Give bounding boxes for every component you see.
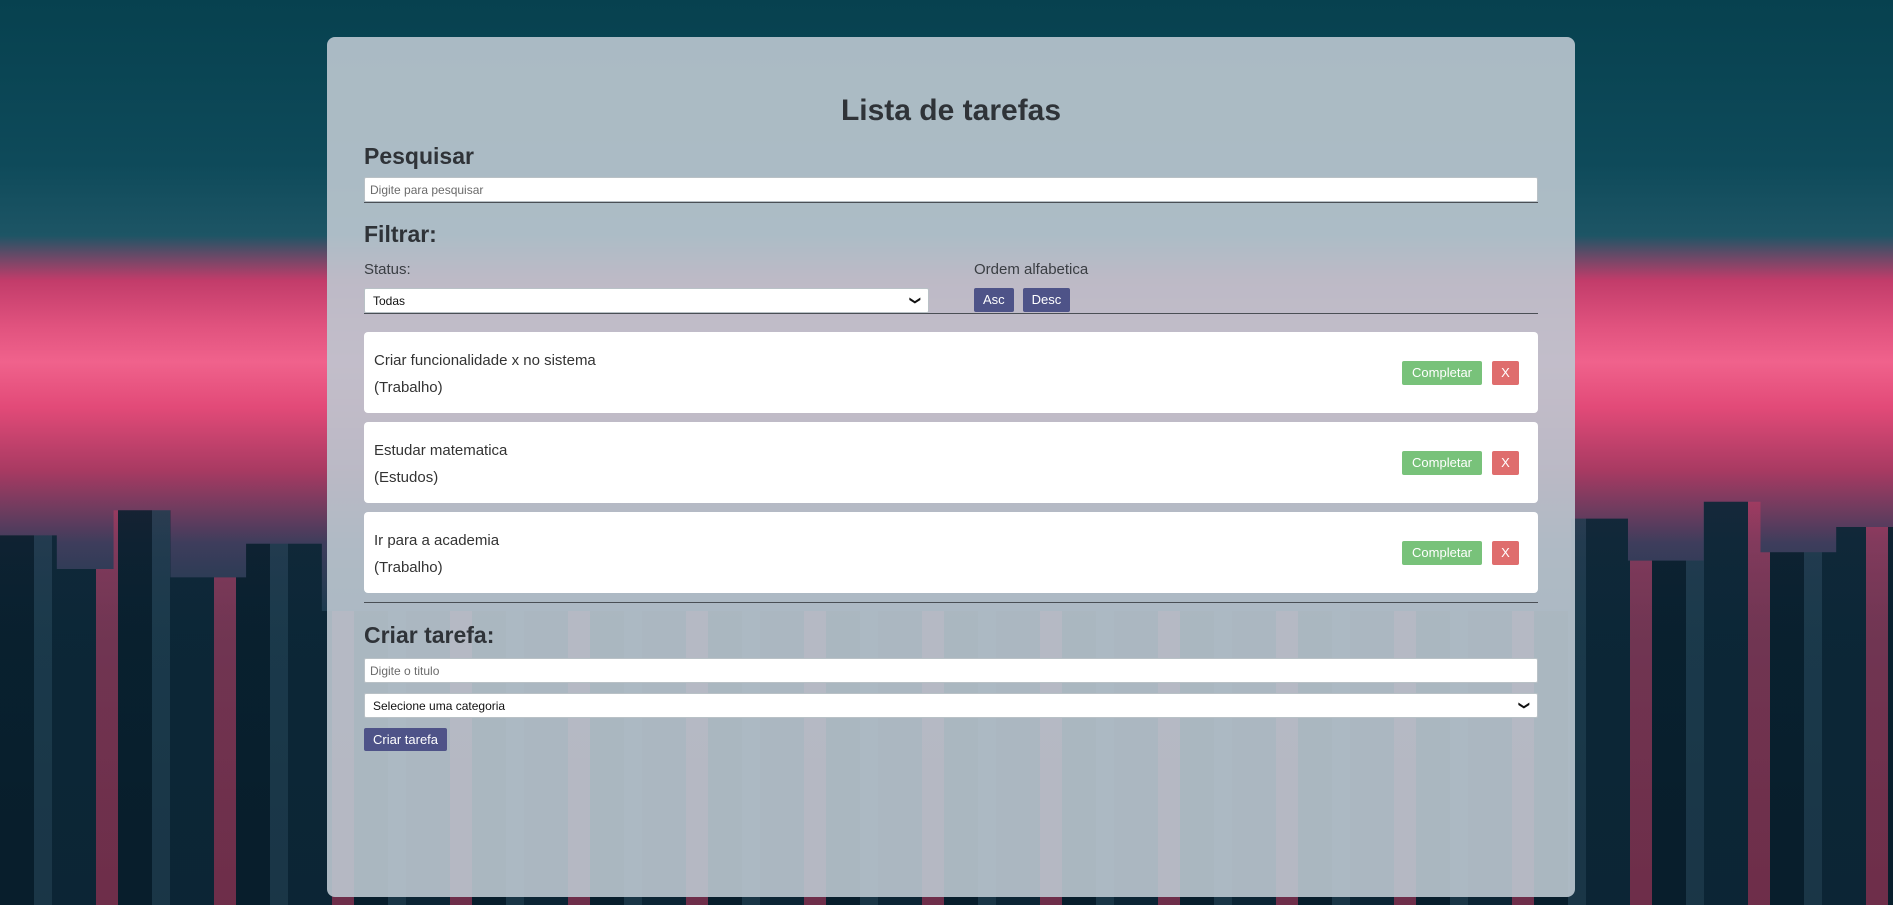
- status-label: Status:: [364, 261, 411, 278]
- create-heading: Criar tarefa:: [364, 622, 495, 648]
- category-select-value: Selecione uma categoria: [373, 698, 506, 713]
- search-input[interactable]: [364, 177, 1538, 202]
- todo-actions: Completar X: [1402, 451, 1519, 475]
- todo-item: Criar funcionalidade x no sistema (Traba…: [364, 332, 1538, 413]
- todo-actions: Completar X: [1402, 361, 1519, 385]
- divider: [364, 202, 1538, 203]
- divider: [364, 602, 1538, 603]
- complete-button[interactable]: Completar: [1402, 541, 1482, 565]
- todo-category: (Estudos): [374, 469, 439, 486]
- remove-button[interactable]: X: [1492, 541, 1519, 565]
- todo-title: Criar funcionalidade x no sistema: [374, 352, 596, 369]
- create-task-button[interactable]: Criar tarefa: [364, 728, 448, 751]
- page-title: Lista de tarefas: [840, 94, 1062, 127]
- todo-category: (Trabalho): [374, 379, 443, 396]
- remove-button[interactable]: X: [1492, 361, 1519, 385]
- divider: [364, 313, 1538, 314]
- desc-button[interactable]: Desc: [1022, 288, 1071, 312]
- chevron-down-icon: ❯: [908, 295, 921, 306]
- todo-item: Ir para a academia (Trabalho) Completar …: [364, 512, 1538, 593]
- complete-button[interactable]: Completar: [1402, 451, 1482, 475]
- asc-button[interactable]: Asc: [974, 288, 1014, 312]
- complete-button[interactable]: Completar: [1402, 361, 1482, 385]
- task-title-input[interactable]: [364, 658, 1538, 683]
- todo-item: Estudar matematica (Estudos) Completar X: [364, 422, 1538, 503]
- remove-button[interactable]: X: [1492, 451, 1519, 475]
- status-filter: Status: Todas ❯: [364, 261, 929, 313]
- filter-heading: Filtrar:: [364, 221, 437, 247]
- chevron-down-icon: ❯: [1517, 700, 1530, 711]
- todo-category: (Trabalho): [374, 559, 443, 576]
- status-select-value: Todas: [373, 293, 406, 308]
- todo-title: Ir para a academia: [374, 532, 500, 549]
- search-heading: Pesquisar: [364, 143, 474, 169]
- filter-controls: Status: Todas ❯ Ordem alfabetica Asc Des…: [364, 261, 1538, 313]
- category-select[interactable]: Selecione uma categoria ❯: [364, 693, 1538, 718]
- todo-title: Estudar matematica: [374, 442, 508, 459]
- status-select[interactable]: Todas ❯: [364, 288, 929, 313]
- order-label: Ordem alfabetica: [974, 261, 1089, 278]
- todo-app-panel: Lista de tarefas Pesquisar Filtrar: Stat…: [327, 37, 1575, 897]
- todo-actions: Completar X: [1402, 541, 1519, 565]
- order-buttons: Asc Desc: [974, 288, 1088, 312]
- alphabetical-order: Ordem alfabetica Asc Desc: [974, 261, 1088, 313]
- todo-list: Criar funcionalidade x no sistema (Traba…: [364, 332, 1538, 593]
